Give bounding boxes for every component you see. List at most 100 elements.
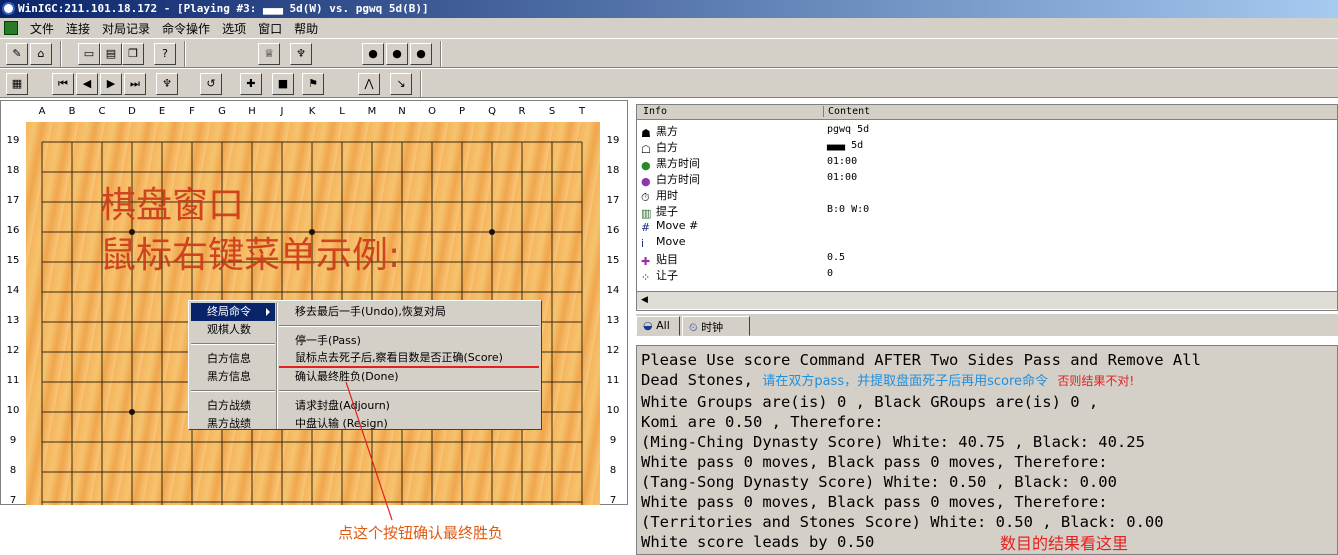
info-value: pgwq 5d xyxy=(827,124,870,135)
column-label: L xyxy=(339,106,345,117)
info-key: ☗ 黑方 xyxy=(641,123,821,140)
annotation-result: 数目的结果看这里 xyxy=(1000,534,1129,553)
info-key-label: 白方时间 xyxy=(656,173,700,186)
log-line: White score leads by 0.50 xyxy=(641,533,875,551)
stone-icon[interactable]: ● xyxy=(362,43,384,65)
menu-item-score[interactable]: 鼠标点去死子后,察看目数是否正确(Score) xyxy=(279,350,539,368)
row-label: 14 xyxy=(6,285,20,296)
help-icon[interactable]: ? xyxy=(154,43,176,65)
prev-move-icon[interactable]: ◀ xyxy=(76,73,98,95)
horizontal-scrollbar[interactable]: ◀ xyxy=(637,291,1337,309)
info-key-label: 黑方时间 xyxy=(656,157,700,170)
menu-item-white-record[interactable]: 白方战绩 xyxy=(191,397,275,415)
captures-icon: ▥ xyxy=(641,207,652,220)
list-icon[interactable]: ▤ xyxy=(100,43,122,65)
log-line: (Territories and Stones Score) White: 0.… xyxy=(641,513,1164,531)
row-label: 7 xyxy=(609,495,617,506)
menu-item-pass[interactable]: 停一手(Pass) xyxy=(279,332,539,350)
stone-icon[interactable]: ● xyxy=(410,43,432,65)
first-move-icon[interactable]: ⏮ xyxy=(52,73,74,95)
connect-icon[interactable]: ✎ xyxy=(6,43,28,65)
info-key-label: 用时 xyxy=(656,189,678,202)
menu-separator xyxy=(191,390,275,392)
timer-icon: ⏱ xyxy=(641,191,650,204)
menu-item-white-info[interactable]: 白方信息 xyxy=(191,350,275,368)
row-label: 18 xyxy=(6,165,20,176)
windows-icon[interactable]: ❐ xyxy=(122,43,144,65)
log-line: (Tang-Song Dynasty Score) White: 0.50 , … xyxy=(641,473,1117,491)
row-label: 13 xyxy=(6,315,20,326)
row-label: 12 xyxy=(6,345,20,356)
info-key-label: 黑方 xyxy=(656,125,678,138)
info-key-label: 白方 xyxy=(656,141,678,154)
tab-label: All xyxy=(656,319,670,332)
board-icon[interactable]: ▦ xyxy=(6,73,28,95)
square-icon[interactable]: ■ xyxy=(272,73,294,95)
info-key: i Move xyxy=(641,235,821,250)
column-label: B xyxy=(68,106,76,117)
info-col-header[interactable]: Info xyxy=(643,106,667,117)
row-label: 17 xyxy=(6,195,20,206)
menu-connect[interactable]: 连接 xyxy=(60,20,96,37)
log-line: Dead Stones, xyxy=(641,371,763,389)
tab-label: 时钟 xyxy=(701,321,724,334)
tab-all[interactable]: ◒ All xyxy=(636,316,680,336)
disconnect-icon[interactable]: ⌂ xyxy=(30,43,52,65)
pointer-icon[interactable]: ↘ xyxy=(390,73,412,95)
message-log[interactable]: Please Use score Command AFTER Two Sides… xyxy=(636,345,1338,555)
flag-icon[interactable]: ⚑ xyxy=(302,73,324,95)
menu-item-undo[interactable]: 移去最后一手(Undo),恢复对局 xyxy=(279,303,539,321)
menu-item-label: 终局命令 xyxy=(207,305,251,318)
column-label: M xyxy=(367,106,377,117)
column-label: T xyxy=(578,106,586,117)
menu-item-endgame[interactable]: 终局命令 xyxy=(191,303,275,321)
column-label: H xyxy=(248,106,256,117)
menu-bar: 文件 连接 对局记录 命令操作 选项 窗口 帮助 xyxy=(0,18,1338,38)
info-value: 0 xyxy=(827,268,834,279)
next-move-icon[interactable]: ▶ xyxy=(100,73,122,95)
row-label: 16 xyxy=(6,225,20,236)
menu-item-adjourn[interactable]: 请求封盘(Adjourn) xyxy=(279,397,539,415)
menu-item-black-info[interactable]: 黑方信息 xyxy=(191,368,275,386)
undo-icon[interactable]: ↺ xyxy=(200,73,222,95)
menu-commands[interactable]: 命令操作 xyxy=(156,20,216,37)
column-label: E xyxy=(158,106,166,117)
last-move-icon[interactable]: ⏭ xyxy=(124,73,146,95)
score-icon[interactable]: ⋀ xyxy=(358,73,380,95)
tool-icon[interactable]: ♆ xyxy=(156,73,178,95)
menu-item-black-record[interactable]: 黑方战绩 xyxy=(191,415,275,433)
tab-clock[interactable]: ⏲ 时钟 xyxy=(682,316,750,336)
scroll-left-icon[interactable]: ◀ xyxy=(641,295,648,305)
monitor-icon[interactable]: ▭ xyxy=(78,43,100,65)
row-label: 11 xyxy=(606,375,620,386)
menu-separator xyxy=(279,390,539,392)
menu-help[interactable]: 帮助 xyxy=(288,20,324,37)
trophy-icon[interactable]: ♕ xyxy=(258,43,280,65)
row-label: 13 xyxy=(606,315,620,326)
info-icon: i xyxy=(641,237,645,250)
menu-options[interactable]: 选项 xyxy=(216,20,252,37)
clock-icon: ⏲ xyxy=(689,321,702,334)
column-label: K xyxy=(308,106,316,117)
column-label: O xyxy=(428,106,436,117)
menu-item-done[interactable]: 确认最终胜负(Done) xyxy=(279,368,539,386)
black-player-icon: ☗ xyxy=(641,127,651,140)
menu-file[interactable]: 文件 xyxy=(24,20,60,37)
info-key: ⏱ 用时 xyxy=(641,187,821,204)
mark-icon[interactable]: ✚ xyxy=(240,73,262,95)
row-label: 12 xyxy=(606,345,620,356)
menu-game-record[interactable]: 对局记录 xyxy=(96,20,156,37)
row-label: 19 xyxy=(606,135,620,146)
app-icon xyxy=(2,2,15,15)
document-icon[interactable] xyxy=(4,21,18,35)
info-key-label: Move xyxy=(656,235,686,248)
menu-window[interactable]: 窗口 xyxy=(252,20,288,37)
toolbar-separator xyxy=(420,71,422,97)
menu-item-resign[interactable]: 中盘认输 (Resign) xyxy=(279,415,539,433)
row-label: 11 xyxy=(6,375,20,386)
menu-item-observers[interactable]: 观棋人数 xyxy=(191,321,275,339)
stone-icon[interactable]: ● xyxy=(386,43,408,65)
black-clock-icon: ● xyxy=(641,159,651,172)
content-col-header[interactable]: Content xyxy=(823,106,870,117)
tool-icon[interactable]: ♆ xyxy=(290,43,312,65)
